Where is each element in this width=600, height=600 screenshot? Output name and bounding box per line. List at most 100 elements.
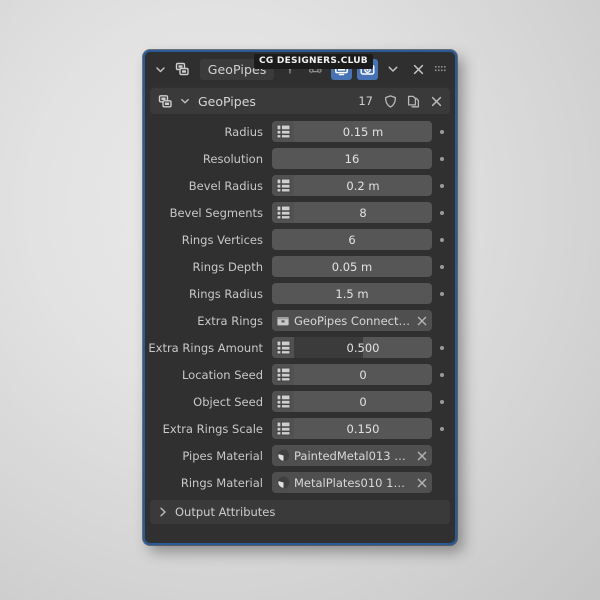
property-value-field[interactable]: 16 [272,148,432,169]
animate-property-dot-icon[interactable] [434,264,449,269]
attribute-toggle-icon[interactable] [272,121,294,142]
node-group-users-count[interactable]: 17 [358,94,373,108]
modifier-expand-chevron-down-icon[interactable] [153,64,168,75]
property-value-field[interactable]: 0.150 [272,418,432,439]
property-value: 0.2 m [346,178,380,193]
property-label: Radius [224,124,263,139]
attribute-toggle-icon[interactable] [272,337,294,358]
browse-node-group-chevron-down-icon[interactable] [179,92,190,111]
animate-property-dot-icon[interactable] [434,426,449,431]
animate-property-dot-icon[interactable] [434,210,449,215]
material-picker-field[interactable]: MetalPlates010 1K.0... [272,472,432,493]
modifier-drag-grip-icon[interactable] [433,59,449,79]
property-row: Rings Depth 0.05 m [145,255,455,278]
geometry-nodes-icon [173,59,193,79]
property-value: 0 [359,394,367,409]
property-value-field[interactable]: 0 [272,364,432,385]
property-value: 1.5 m [335,286,369,301]
property-value: GeoPipes Connector... [294,313,412,328]
property-row: Rings Material MetalPlates010 1K.0... [145,471,455,494]
attribute-toggle-icon[interactable] [272,364,294,385]
output-attributes-panel-header[interactable]: Output Attributes [150,500,450,524]
modifier-extras-chevron-down-icon[interactable] [383,59,403,79]
modifier-header: GeoPipes CG DESIGNERS.CLUB [145,52,455,86]
animate-property-dot-icon[interactable] [434,345,449,350]
property-label: Extra Rings [197,313,263,328]
property-label: Location Seed [181,367,263,382]
property-label: Extra Rings Amount [148,340,263,355]
property-value: MetalPlates010 1K.0... [294,475,412,490]
property-value: 0.05 m [331,259,373,274]
animate-property-dot-icon[interactable] [434,129,449,134]
property-row: Extra Rings GeoPipes Connector... [145,309,455,332]
property-value-field[interactable]: 0.15 m [272,121,432,142]
modifier-properties-list: Radius 0.15 m Resolution 16 Bevel Radius 0.2 … [145,114,455,494]
property-value-field[interactable]: 1.5 m [272,283,432,304]
property-value-field[interactable]: 0.2 m [272,175,432,196]
property-value: 6 [348,232,356,247]
property-row: Bevel Segments 8 [145,201,455,224]
material-sphere-icon [272,448,294,463]
attribute-toggle-icon[interactable] [272,418,294,439]
decorator-spacer [434,454,449,458]
property-value-field[interactable]: 0.05 m [272,256,432,277]
property-value: 0.150 [346,421,380,436]
property-label: Rings Vertices [181,232,263,247]
property-label: Rings Radius [189,286,263,301]
fake-user-shield-icon[interactable] [381,92,400,111]
animate-property-dot-icon[interactable] [434,183,449,188]
watermark-badge: CG DESIGNERS.CLUB [254,54,373,69]
animate-property-dot-icon[interactable] [434,237,449,242]
property-row: Radius 0.15 m [145,120,455,143]
clear-datablock-x-icon[interactable] [412,450,432,462]
attribute-toggle-icon[interactable] [272,391,294,412]
property-value: 0.15 m [342,124,384,139]
property-label: Rings Depth [192,259,263,274]
animate-property-dot-icon[interactable] [434,399,449,404]
property-label: Pipes Material [182,448,263,463]
property-value-field[interactable]: 0 [272,391,432,412]
node-group-header: GeoPipes 17 [150,88,450,114]
material-picker-field[interactable]: PaintedMetal013 2K.... [272,445,432,466]
modifier-properties-panel: GeoPipes CG DESIGNERS.CLUB GeoPipes 17 R… [143,50,457,545]
duplicate-copy-icon[interactable] [404,92,423,111]
node-group-name[interactable]: GeoPipes [198,94,354,109]
property-row: Resolution 16 [145,147,455,170]
attribute-toggle-icon[interactable] [272,175,294,196]
property-row: Extra Rings Scale 0.150 [145,417,455,440]
property-label: Resolution [202,151,263,166]
property-value: 0.500 [346,340,380,355]
animate-property-dot-icon[interactable] [434,372,449,377]
property-value: 8 [359,205,367,220]
unlink-node-group-x-icon[interactable] [427,92,446,111]
attribute-toggle-icon[interactable] [272,202,294,223]
property-value: PaintedMetal013 2K.... [294,448,412,463]
property-row: Bevel Radius 0.2 m [145,174,455,197]
property-label: Object Seed [193,394,263,409]
property-row: Object Seed 0 [145,390,455,413]
output-attributes-label: Output Attributes [175,505,276,519]
collection-picker-field[interactable]: GeoPipes Connector... [272,310,432,331]
property-value: 0 [359,367,367,382]
material-sphere-icon [272,475,294,490]
browse-node-group-icon[interactable] [156,92,175,111]
property-row: Rings Radius 1.5 m [145,282,455,305]
property-slider-field[interactable]: 0.500 [272,337,432,358]
output-attributes-chevron-right-icon [158,506,168,518]
property-row: Pipes Material PaintedMetal013 2K.... [145,444,455,467]
property-value-field[interactable]: 6 [272,229,432,250]
property-row: Extra Rings Amount 0.500 [145,336,455,359]
clear-datablock-x-icon[interactable] [412,315,432,327]
animate-property-dot-icon[interactable] [434,156,449,161]
animate-property-dot-icon[interactable] [434,291,449,296]
collection-icon [272,314,294,328]
property-row: Location Seed 0 [145,363,455,386]
property-value-field[interactable]: 8 [272,202,432,223]
modifier-close-x-icon[interactable] [408,59,428,79]
clear-datablock-x-icon[interactable] [412,477,432,489]
property-label: Bevel Segments [169,205,263,220]
property-label: Rings Material [180,475,263,490]
decorator-spacer [434,319,449,323]
property-row: Rings Vertices 6 [145,228,455,251]
property-value: 16 [344,151,360,166]
